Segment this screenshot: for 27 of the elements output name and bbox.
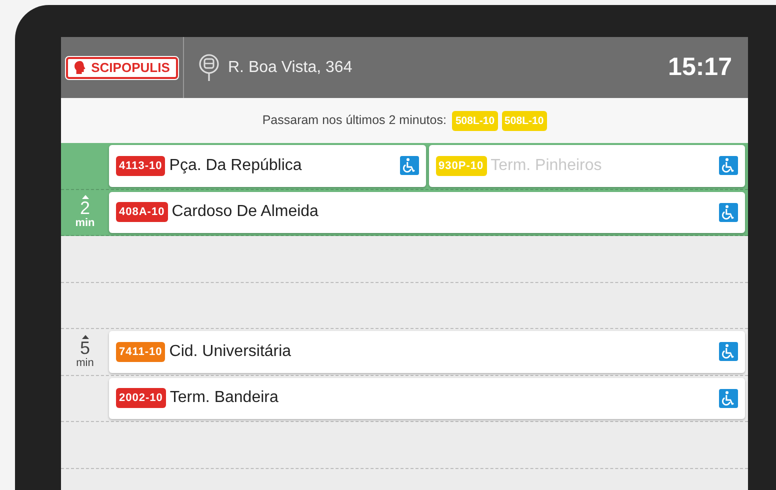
line-badge: 4113-10: [116, 156, 166, 176]
clock-time: 15:17: [668, 52, 732, 83]
bus-stop-icon: [198, 54, 220, 82]
line-badge: 408A-10: [116, 202, 168, 222]
caret-icon: [82, 195, 88, 200]
line-badge: 2002-10: [116, 388, 166, 408]
bus-card[interactable]: 4113-10 Pça. Da República: [109, 145, 426, 186]
destination-name: Pça. Da República: [169, 156, 303, 176]
line-badge: 930P-10: [436, 156, 487, 176]
minutes-value: 5: [80, 338, 90, 357]
line-badge: 7411-10: [116, 342, 166, 362]
stop-address: R. Boa Vista, 364: [228, 58, 352, 78]
minutes-value: 2: [80, 199, 90, 218]
bus-card[interactable]: 2002-10 Term. Bandeira: [109, 378, 745, 419]
line-badge: 508L-10: [452, 110, 498, 130]
bus-card[interactable]: 408A-10 Cardoso De Almeida: [109, 192, 745, 233]
minutes-unit: min: [76, 356, 94, 369]
destination-name: Cardoso De Almeida: [172, 202, 320, 222]
minutes-unit: min: [75, 217, 95, 230]
head-icon: [74, 61, 86, 74]
bus-card[interactable]: 7411-10 Cid. Universitária: [109, 331, 745, 372]
destination-name: Cid. Universitária: [169, 342, 292, 362]
destination-name: Term. Bandeira: [170, 388, 280, 408]
recent-label: Passaram nos últimos 2 minutos:: [262, 112, 446, 130]
line-badge: 508L-10: [502, 110, 547, 130]
caret-icon: [82, 334, 88, 339]
brand-name: SCIPOPULIS: [91, 61, 170, 74]
